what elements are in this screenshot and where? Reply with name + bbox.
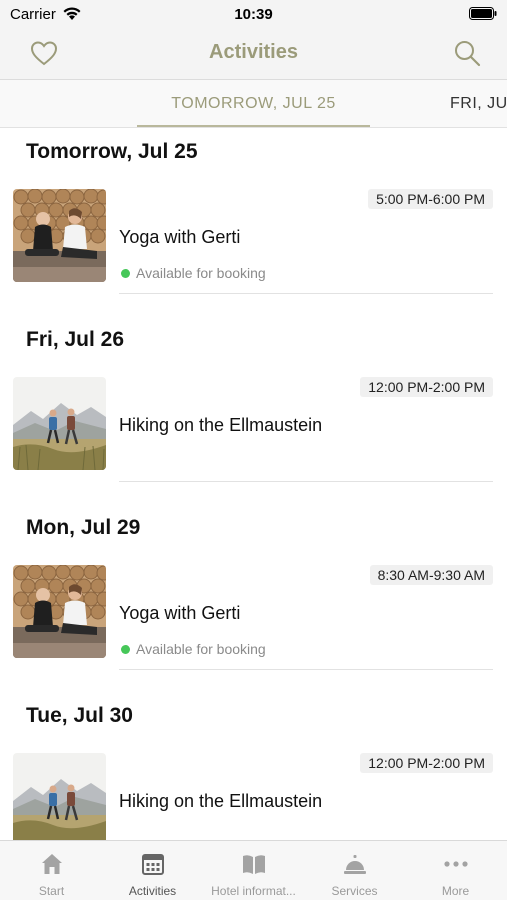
tab-label: Activities xyxy=(128,884,177,898)
tab-services[interactable]: Services xyxy=(304,841,405,900)
tab-tomorrow[interactable]: TOMORROW, JUL 25 xyxy=(137,95,370,113)
bottom-tab-bar: Start Activities Hotel informat... Servi… xyxy=(0,840,507,900)
time-badge: 8:30 AM-9:30 AM xyxy=(369,565,493,585)
yoga-image xyxy=(13,189,106,282)
service-bell-icon xyxy=(343,855,366,874)
availability-status: Available for booking xyxy=(121,641,266,657)
page-title: Activities xyxy=(209,41,298,63)
day-header: Fri, Jul 26 xyxy=(26,328,125,351)
activity-card[interactable]: 12:00 PM-2:00 PM Hiking on the Ellmauste… xyxy=(0,753,507,840)
availability-label: Available for booking xyxy=(136,641,266,657)
activity-card[interactable]: 8:30 AM-9:30 AM Yoga with Gerti Availabl… xyxy=(0,565,507,671)
activity-title: Hiking on the Ellmaustein xyxy=(119,791,323,811)
book-icon xyxy=(242,855,265,874)
time-badge: 5:00 PM-6:00 PM xyxy=(368,189,493,209)
divider xyxy=(119,481,493,482)
status-bar: Carrier 10:39 xyxy=(0,0,507,28)
date-tabs: TOMORROW, JUL 25 FRI, JU xyxy=(0,80,507,128)
navigation-bar: Activities xyxy=(0,28,507,80)
tab-start[interactable]: Start xyxy=(1,841,102,900)
calendar-icon xyxy=(141,854,164,875)
availability-label: Available for booking xyxy=(136,265,266,281)
available-dot-icon xyxy=(121,645,130,654)
activity-list[interactable]: Tomorrow, Jul 25 5:00 PM-6:00 PM Yoga wi… xyxy=(0,128,507,840)
availability-status: Available for booking xyxy=(121,265,266,281)
hiking-image xyxy=(13,753,106,840)
active-tab-indicator xyxy=(137,125,370,127)
tab-label: Hotel informat... xyxy=(211,884,296,898)
activity-card[interactable]: 5:00 PM-6:00 PM Yoga with Gerti Availabl… xyxy=(0,189,507,295)
search-icon[interactable] xyxy=(453,39,481,67)
tab-label: Start xyxy=(38,884,65,898)
tab-label: Services xyxy=(331,884,378,898)
available-dot-icon xyxy=(121,269,130,278)
day-header: Mon, Jul 29 xyxy=(26,516,141,539)
day-header: Tomorrow, Jul 25 xyxy=(26,140,198,163)
time-badge: 12:00 PM-2:00 PM xyxy=(360,377,493,397)
tab-more[interactable]: More xyxy=(405,841,506,900)
activity-title: Yoga with Gerti xyxy=(119,603,241,623)
day-header: Tue, Jul 30 xyxy=(26,704,133,727)
battery-icon xyxy=(469,7,497,20)
activity-card[interactable]: 12:00 PM-2:00 PM Hiking on the Ellmauste… xyxy=(0,377,507,483)
hiking-image xyxy=(13,377,106,470)
tab-label: More xyxy=(441,884,470,898)
tab-activities[interactable]: Activities xyxy=(102,841,203,900)
activity-title: Hiking on the Ellmaustein xyxy=(119,415,323,435)
clock: 10:39 xyxy=(234,6,273,23)
yoga-image xyxy=(13,565,106,658)
more-dots-icon xyxy=(443,861,468,867)
tab-hotel-information[interactable]: Hotel informat... xyxy=(203,841,304,900)
house-icon xyxy=(41,854,62,874)
divider xyxy=(119,669,493,670)
time-badge: 12:00 PM-2:00 PM xyxy=(360,753,493,773)
divider xyxy=(119,293,493,294)
tab-fri[interactable]: FRI, JU xyxy=(450,95,507,113)
activity-title: Yoga with Gerti xyxy=(119,227,241,247)
